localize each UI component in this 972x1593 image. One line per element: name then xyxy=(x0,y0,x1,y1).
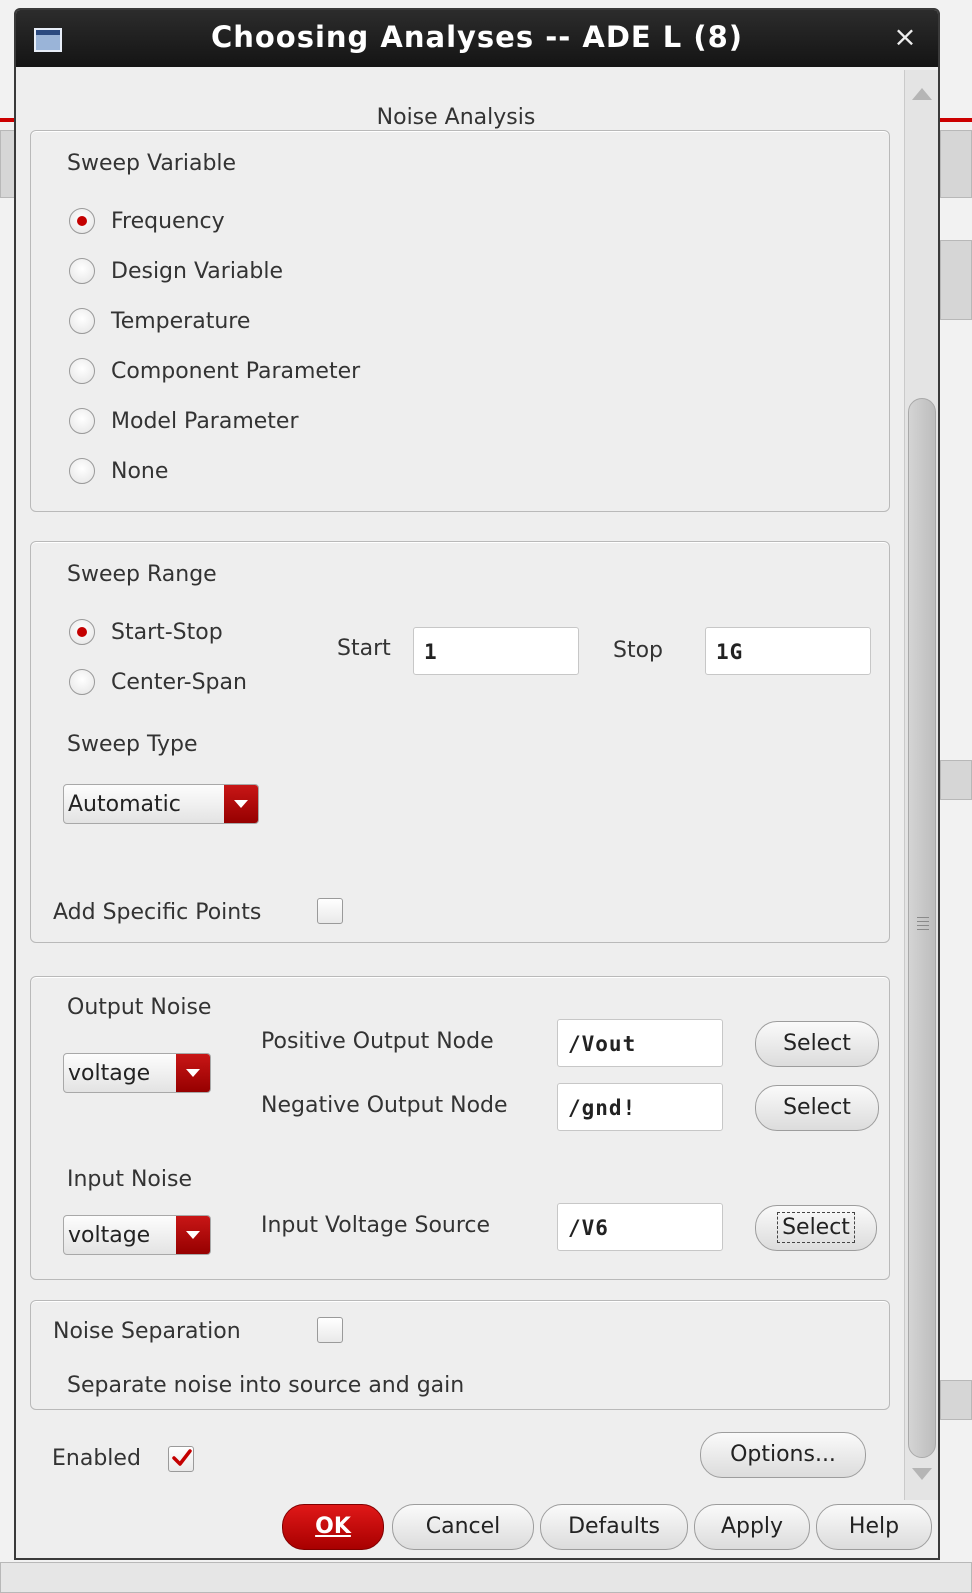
radio-frequency[interactable] xyxy=(69,208,95,234)
radio-model-parameter[interactable] xyxy=(69,408,95,434)
negative-output-node-label: Negative Output Node xyxy=(261,1093,508,1118)
select-input-source-button[interactable]: Select xyxy=(755,1205,877,1251)
start-input[interactable]: 1 xyxy=(413,627,579,675)
select-negative-node-button[interactable]: Select xyxy=(755,1085,879,1131)
scrollbar-thumb[interactable] xyxy=(908,398,936,1458)
input-voltage-source-input[interactable]: /V6 xyxy=(557,1203,723,1251)
cancel-button[interactable]: Cancel xyxy=(392,1504,534,1550)
ok-button-label: OK xyxy=(315,1514,351,1539)
sweep-variable-frame: Sweep Variable Frequency Design Variable… xyxy=(30,130,890,512)
sweep-range-label: Sweep Range xyxy=(67,562,217,587)
add-specific-points-label: Add Specific Points xyxy=(53,900,262,925)
radio-center-span[interactable] xyxy=(69,669,95,695)
noise-separation-label: Noise Separation xyxy=(53,1319,241,1344)
defaults-button-label: Defaults xyxy=(568,1514,660,1539)
radio-component-parameter[interactable] xyxy=(69,358,95,384)
background-panel-right-4 xyxy=(940,1380,972,1420)
title-bar[interactable]: Choosing Analyses -- ADE L (8) × xyxy=(16,10,938,67)
apply-button-label: Apply xyxy=(720,1514,784,1539)
stop-label: Stop xyxy=(613,638,664,663)
output-noise-type-value: voltage xyxy=(68,1061,151,1086)
chevron-down-icon[interactable] xyxy=(176,1216,210,1254)
select-positive-node-button[interactable]: Select xyxy=(755,1021,879,1067)
sweep-variable-label: Sweep Variable xyxy=(67,151,237,176)
options-button[interactable]: Options... xyxy=(700,1432,866,1478)
radio-design-variable[interactable] xyxy=(69,258,95,284)
radio-none-label[interactable]: None xyxy=(111,459,168,484)
output-noise-type-dropdown[interactable]: voltage xyxy=(63,1053,211,1093)
radio-temperature[interactable] xyxy=(69,308,95,334)
output-noise-label: Output Noise xyxy=(67,995,212,1020)
enabled-checkbox[interactable] xyxy=(168,1446,194,1472)
background-statusbar xyxy=(0,1562,972,1593)
select-button-label: Select xyxy=(777,1212,855,1243)
negative-output-node-input[interactable]: /gnd! xyxy=(557,1083,723,1131)
noise-separation-checkbox[interactable] xyxy=(317,1317,343,1343)
sweep-range-frame: Sweep Range Start-Stop Center-Span Start… xyxy=(30,541,890,943)
defaults-button[interactable]: Defaults xyxy=(540,1504,688,1550)
grip-icon xyxy=(917,917,929,931)
chevron-down-icon[interactable] xyxy=(176,1054,210,1092)
chevron-down-icon[interactable] xyxy=(224,785,258,823)
radio-start-stop-label[interactable]: Start-Stop xyxy=(111,620,223,645)
close-icon[interactable]: × xyxy=(890,22,920,52)
scroll-up-arrow-icon[interactable] xyxy=(909,82,935,108)
choosing-analyses-dialog: Choosing Analyses -- ADE L (8) × Noise A… xyxy=(14,8,940,1560)
input-noise-type-dropdown[interactable]: voltage xyxy=(63,1215,211,1255)
enabled-label: Enabled xyxy=(52,1446,141,1471)
input-noise-type-value: voltage xyxy=(68,1223,151,1248)
input-voltage-source-label: Input Voltage Source xyxy=(261,1213,491,1238)
sweep-type-dropdown[interactable]: Automatic xyxy=(63,784,259,824)
scroll-down-arrow-icon[interactable] xyxy=(909,1462,935,1488)
positive-output-node-label: Positive Output Node xyxy=(261,1029,494,1054)
radio-design-variable-label[interactable]: Design Variable xyxy=(111,259,283,284)
ok-button[interactable]: OK xyxy=(282,1504,384,1550)
help-button-label: Help xyxy=(848,1514,900,1539)
radio-temperature-label[interactable]: Temperature xyxy=(111,309,250,334)
radio-none[interactable] xyxy=(69,458,95,484)
help-button[interactable]: Help xyxy=(816,1504,932,1550)
window-title: Choosing Analyses -- ADE L (8) xyxy=(210,20,744,54)
sweep-type-label: Sweep Type xyxy=(67,732,198,757)
stop-input[interactable]: 1G xyxy=(705,627,871,675)
radio-frequency-label[interactable]: Frequency xyxy=(111,209,225,234)
apply-button[interactable]: Apply xyxy=(694,1504,810,1550)
vertical-scrollbar[interactable] xyxy=(904,70,938,1500)
select-button-label: Select xyxy=(783,1095,851,1120)
add-specific-points-checkbox[interactable] xyxy=(317,898,343,924)
sweep-type-value: Automatic xyxy=(68,792,181,817)
analysis-heading: Noise Analysis xyxy=(376,105,536,130)
radio-component-parameter-label[interactable]: Component Parameter xyxy=(111,359,360,384)
radio-model-parameter-label[interactable]: Model Parameter xyxy=(111,409,299,434)
checkmark-icon xyxy=(172,1449,192,1466)
noise-separation-frame: Noise Separation Separate noise into sou… xyxy=(30,1300,890,1410)
radio-center-span-label[interactable]: Center-Span xyxy=(111,670,247,695)
options-button-label: Options... xyxy=(730,1442,836,1467)
select-button-label: Select xyxy=(783,1031,851,1056)
cancel-button-label: Cancel xyxy=(425,1514,501,1539)
background-panel-right-2 xyxy=(940,240,972,320)
background-panel-right xyxy=(940,130,972,198)
radio-start-stop[interactable] xyxy=(69,619,95,645)
noise-separation-description: Separate noise into source and gain xyxy=(67,1373,465,1398)
background-panel-right-3 xyxy=(940,760,972,800)
noise-output-frame: Output Noise voltage Positive Output Nod… xyxy=(30,976,890,1280)
positive-output-node-input[interactable]: /Vout xyxy=(557,1019,723,1067)
start-label: Start xyxy=(337,636,391,661)
input-noise-label: Input Noise xyxy=(67,1167,192,1192)
